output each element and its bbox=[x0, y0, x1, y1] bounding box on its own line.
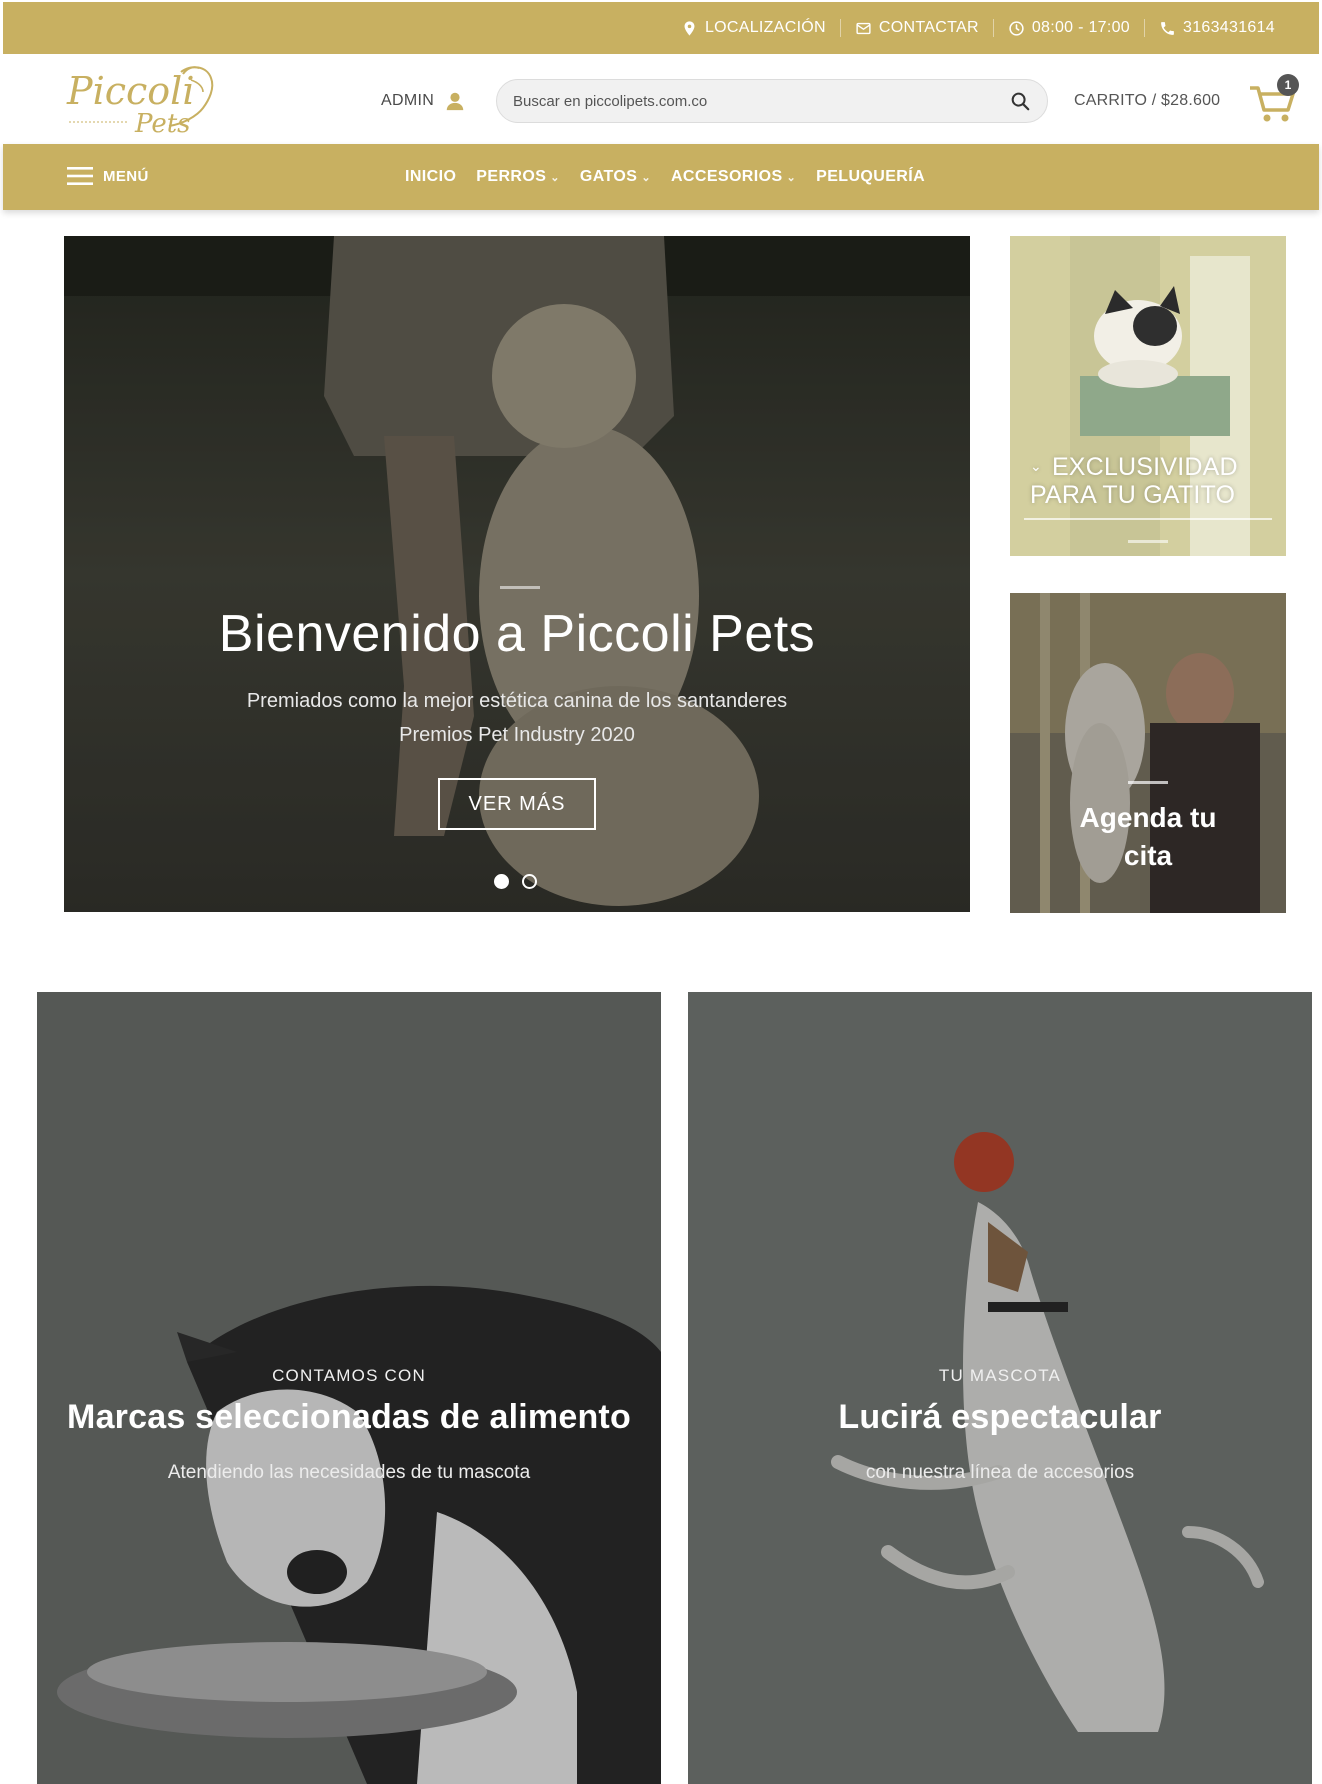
banner-image-husky-puppy bbox=[37, 992, 661, 1784]
phone-link[interactable]: 3163431614 bbox=[1145, 19, 1289, 37]
slider-dots bbox=[494, 874, 537, 889]
slider-dot-1[interactable] bbox=[494, 874, 509, 889]
nav-item-gatos[interactable]: GATOS ⌄ bbox=[580, 168, 651, 186]
nav-item-inicio[interactable]: INICIO bbox=[405, 168, 456, 186]
banner-subtitle: con nuestra línea de accesorios bbox=[865, 1462, 1135, 1483]
search-bar bbox=[496, 79, 1048, 123]
search-input[interactable] bbox=[513, 92, 1009, 110]
promo-dash bbox=[1128, 540, 1168, 543]
page: LOCALIZACIÓN CONTACTAR 08:00 - 17:00 316… bbox=[0, 0, 1322, 1784]
hours-info: 08:00 - 17:00 bbox=[994, 19, 1144, 37]
nav-item-accesorios[interactable]: ACCESORIOS ⌄ bbox=[671, 168, 796, 186]
banner-kicker: TU MASCOTA bbox=[938, 1366, 1062, 1385]
hero-subtitle-line: Premiados como la mejor estética canina … bbox=[246, 690, 788, 712]
location-link[interactable]: LOCALIZACIÓN bbox=[667, 19, 840, 37]
banner-subtitle: Atendiendo las necesidades de tu mascota bbox=[167, 1462, 531, 1483]
promo-cats-line1: EXCLUSIVIDAD bbox=[1051, 453, 1238, 481]
cart-link[interactable]: CARRITO / $28.600 bbox=[1074, 92, 1220, 110]
envelope-icon bbox=[856, 22, 871, 34]
admin-account-link[interactable]: ADMIN bbox=[381, 90, 466, 112]
promo-underline bbox=[1024, 518, 1272, 520]
promo-dash bbox=[1128, 781, 1168, 784]
user-icon bbox=[446, 92, 464, 111]
admin-label: ADMIN bbox=[381, 92, 435, 109]
promo-grooming-title: Agenda tu cita bbox=[1010, 799, 1286, 875]
ver-mas-button[interactable]: VER MÁS bbox=[438, 778, 596, 830]
chevron-down-icon: ⌄ bbox=[1030, 458, 1042, 474]
chevron-down-icon: ⌄ bbox=[786, 171, 797, 184]
main-nav: MENÚ INICIO PERROS ⌄ GATOS ⌄ ACCESORIOS ⌄ P… bbox=[3, 144, 1319, 210]
location-label: LOCALIZACIÓN bbox=[704, 19, 826, 36]
nav-item-label: INICIO bbox=[405, 168, 457, 185]
map-pin-icon bbox=[684, 20, 695, 36]
hero-title: Bienvenido a Piccoli Pets bbox=[218, 605, 816, 663]
top-bar: LOCALIZACIÓN CONTACTAR 08:00 - 17:00 316… bbox=[3, 2, 1319, 54]
contact-label: CONTACTAR bbox=[878, 19, 979, 36]
chevron-down-icon: ⌄ bbox=[641, 171, 651, 184]
promo-cats[interactable]: ⌄ EXCLUSIVIDAD PARA TU GATITO bbox=[1010, 236, 1286, 556]
nav-links: INICIO PERROS ⌄ GATOS ⌄ ACCESORIOS ⌄ PELUQU… bbox=[405, 168, 945, 186]
menu-label: MENÚ bbox=[103, 167, 149, 185]
nav-item-label: GATOS bbox=[579, 168, 638, 185]
svg-text:Piccoli: Piccoli bbox=[66, 69, 194, 113]
nav-item-peluqueria[interactable]: PELUQUERÍA bbox=[816, 168, 925, 186]
hero-slider: Bienvenido a Piccoli Pets Premiados como… bbox=[64, 236, 970, 912]
nav-item-perros[interactable]: PERROS ⌄ bbox=[476, 168, 560, 186]
nav-item-label: ACCESORIOS bbox=[670, 168, 783, 185]
menu-button[interactable]: MENÚ bbox=[67, 166, 149, 186]
banner-title: Marcas seleccionadas de alimento bbox=[67, 1398, 631, 1436]
piccoli-pets-logo[interactable]: Piccoli Pets bbox=[63, 60, 243, 142]
chevron-down-icon: ⌄ bbox=[550, 171, 560, 184]
svg-text:Pets: Pets bbox=[134, 109, 191, 139]
hours-label: 08:00 - 17:00 bbox=[1031, 19, 1131, 36]
hero-subtitle: Premiados como la mejor estética canina … bbox=[64, 684, 970, 752]
banner-image-jumping-dog bbox=[688, 992, 1312, 1784]
promo-grooming-line2: cita bbox=[1123, 840, 1173, 871]
hero-subtitle-line: Premios Pet Industry 2020 bbox=[399, 724, 635, 746]
nav-item-label: PERROS bbox=[476, 168, 547, 185]
contact-link[interactable]: CONTACTAR bbox=[841, 19, 993, 37]
phone-icon bbox=[1161, 21, 1174, 35]
banner-accessories[interactable]: TU MASCOTA Lucirá espectacular con nuest… bbox=[688, 992, 1312, 1784]
slider-dot-2[interactable] bbox=[522, 874, 537, 889]
banner-kicker: CONTAMOS CON bbox=[272, 1366, 426, 1385]
search-icon[interactable] bbox=[1009, 90, 1031, 112]
clock-icon bbox=[1009, 20, 1024, 36]
hero-divider bbox=[500, 586, 540, 589]
nav-item-label: PELUQUERÍA bbox=[816, 168, 926, 185]
header: Piccoli Pets ADMIN CARRITO / $28.600 1 bbox=[3, 54, 1319, 144]
banner-title: Lucirá espectacular bbox=[838, 1398, 1162, 1436]
promo-cats-line2: PARA TU GATITO bbox=[1030, 481, 1236, 509]
promo-grooming-line1: Agenda tu bbox=[1079, 802, 1217, 833]
cart-count-badge: 1 bbox=[1277, 74, 1299, 96]
hamburger-icon bbox=[67, 167, 93, 185]
promo-grooming-appointment[interactable]: Agenda tu cita bbox=[1010, 593, 1286, 913]
promo-cats-title: ⌄ EXCLUSIVIDAD PARA TU GATITO bbox=[1030, 452, 1238, 509]
phone-label: 3163431614 bbox=[1183, 19, 1275, 36]
banner-food-brands[interactable]: CONTAMOS CON Marcas seleccionadas de ali… bbox=[37, 992, 661, 1784]
